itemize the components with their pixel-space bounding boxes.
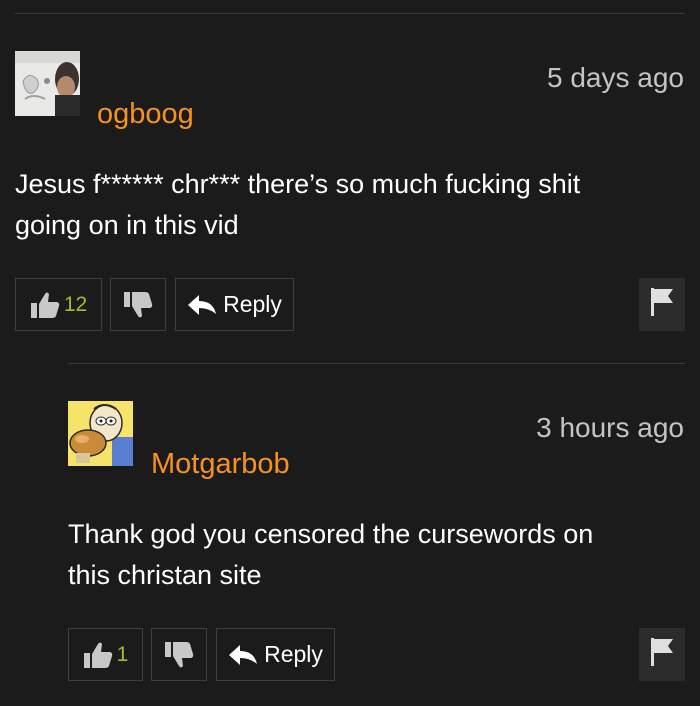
thumbs-up-icon [30, 291, 60, 319]
like-count: 12 [63, 292, 88, 316]
thumbs-down-icon [164, 641, 194, 669]
flag-icon [650, 287, 674, 322]
dislike-button[interactable] [110, 278, 166, 331]
username[interactable]: Motgarbob [151, 450, 290, 479]
dislike-button[interactable] [151, 628, 207, 681]
comment-text-line-1: Jesus f****** chr*** there’s so much fuc… [15, 169, 581, 199]
comment-text-line-2: going on in this vid [15, 210, 239, 240]
flag-icon [650, 637, 674, 672]
username[interactable]: ogboog [97, 100, 194, 129]
thumbs-up-icon [83, 641, 113, 669]
reply-button[interactable]: Reply [175, 278, 294, 331]
reply-label: Reply [223, 291, 282, 317]
comment-timestamp: 5 days ago [547, 62, 684, 93]
comment-timestamp: 3 hours ago [536, 412, 684, 443]
reply-arrow-icon [228, 644, 258, 666]
reply-button[interactable]: Reply [216, 628, 335, 681]
reply-label: Reply [264, 641, 323, 667]
avatar[interactable] [68, 401, 133, 466]
flag-button[interactable] [639, 628, 685, 681]
top-divider [15, 13, 685, 14]
reply-divider [68, 363, 685, 364]
flag-button[interactable] [639, 278, 685, 331]
avatar[interactable] [15, 51, 80, 116]
like-count: 1 [116, 642, 129, 666]
reply-arrow-icon [187, 294, 217, 316]
comment-text-line-2: this christan site [68, 560, 262, 590]
like-button[interactable]: 1 [68, 628, 143, 681]
thumbs-down-icon [123, 291, 153, 319]
comment-text-line-1: Thank god you censored the cursewords on [68, 519, 594, 549]
like-button[interactable]: 12 [15, 278, 102, 331]
